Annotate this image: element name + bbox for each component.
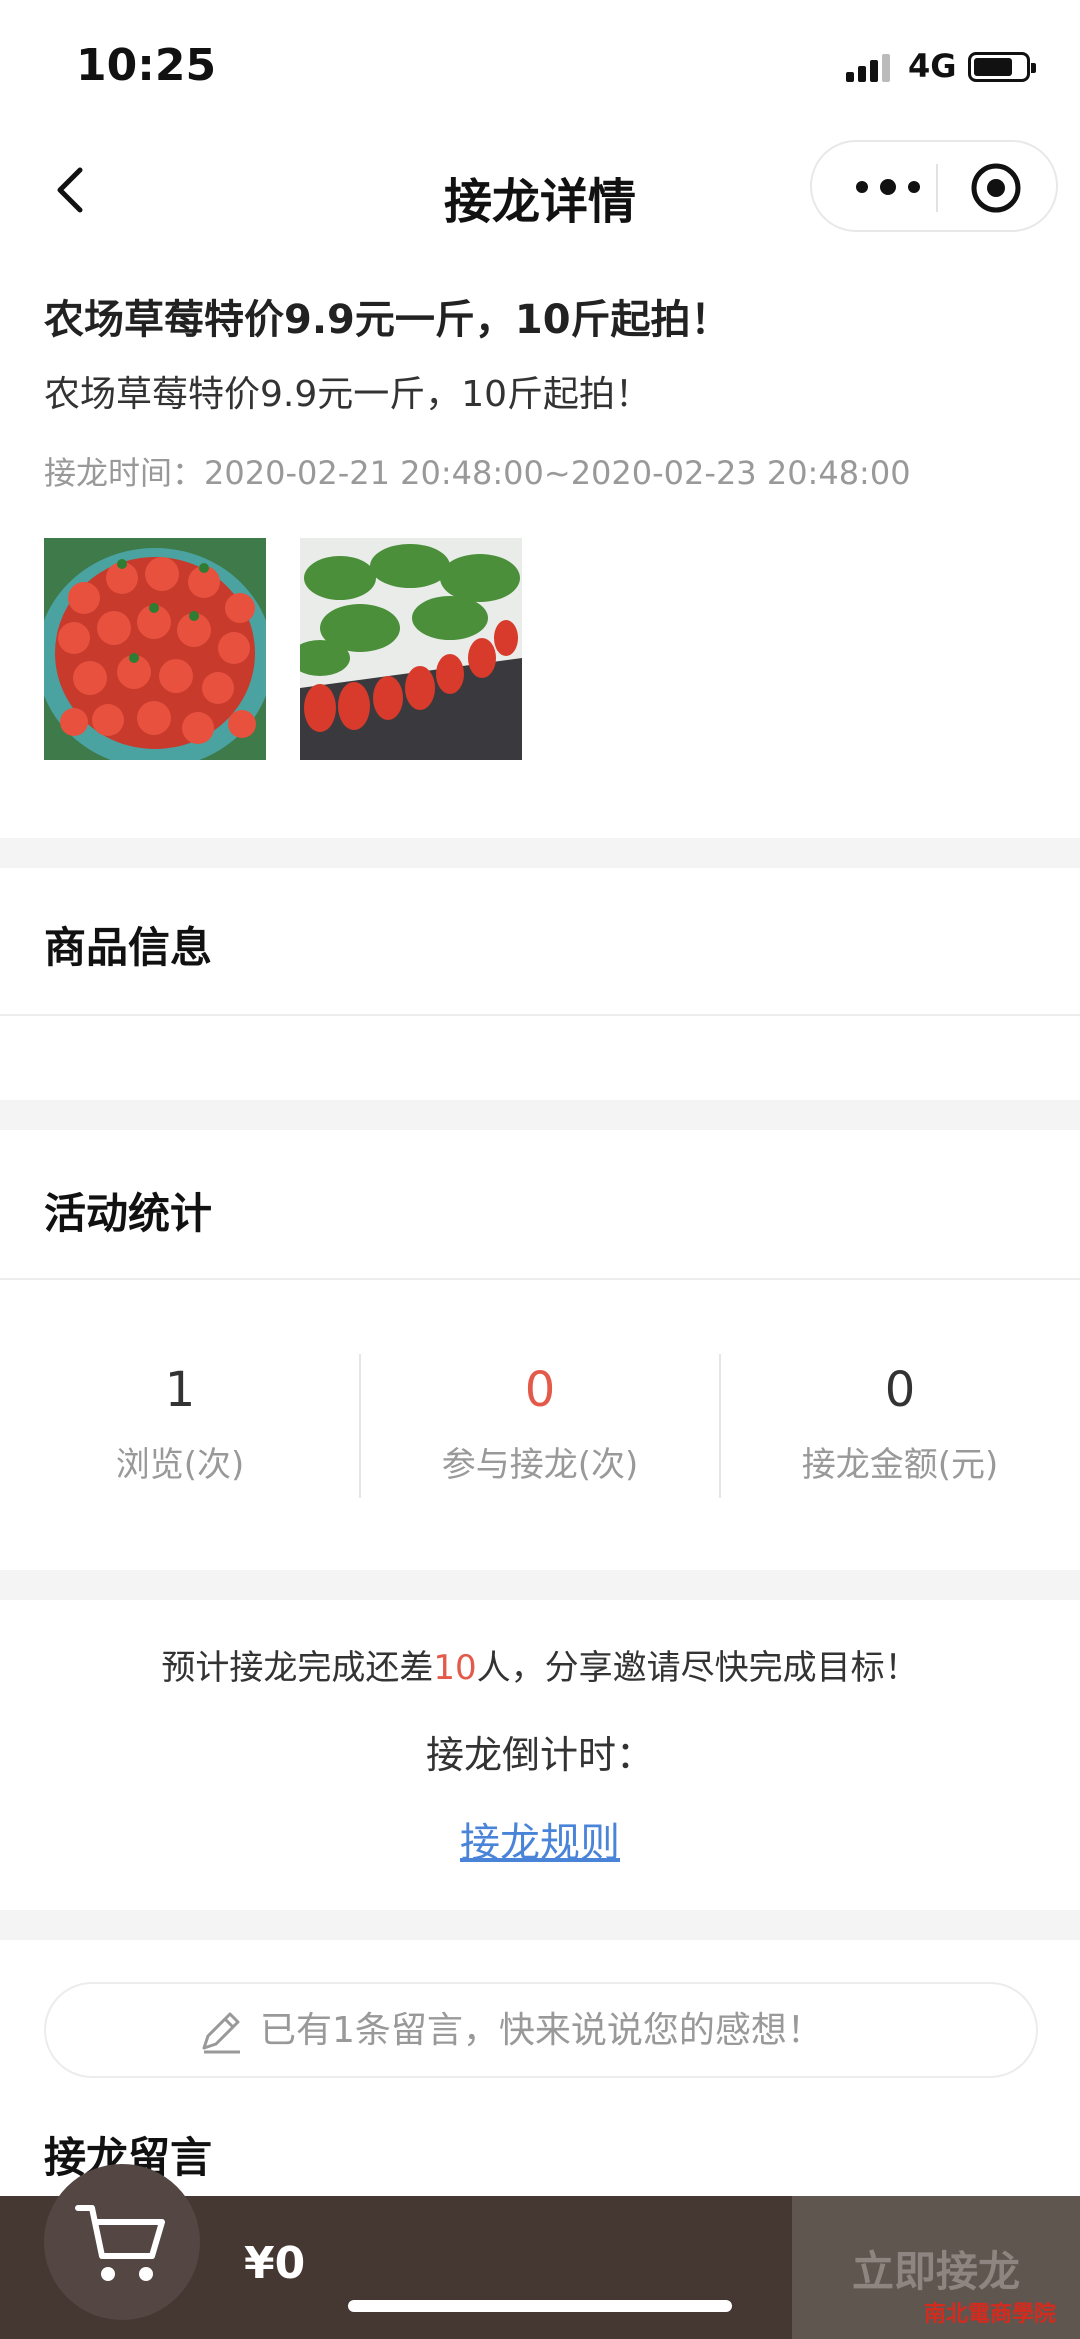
countdown-label: 接龙倒计时：	[425, 1733, 654, 1777]
total-price: ¥0	[244, 2238, 306, 2289]
more-dots-icon[interactable]	[848, 172, 928, 202]
comment-input[interactable]: 已有1条留言，快来说说您的感想！	[44, 1982, 1038, 2078]
stat-amount: 0 接龙金额(元)	[720, 1360, 1080, 1490]
section-gap	[0, 838, 1080, 868]
signal-icon	[846, 52, 894, 82]
capsule-divider	[936, 164, 938, 212]
comment-placeholder: 已有1条留言，快来说说您的感想！	[260, 2010, 823, 2051]
activity-stats-heading: 活动统计	[44, 1189, 213, 1238]
section-gap	[0, 1100, 1080, 1130]
time-label: 接龙时间：	[44, 454, 205, 492]
close-target-icon[interactable]	[966, 158, 1026, 218]
home-indicator	[348, 2300, 732, 2312]
rules-link-text[interactable]: 接龙规则	[460, 1820, 620, 1866]
cart-icon	[75, 2205, 165, 2281]
product-info-heading: 商品信息	[44, 923, 213, 972]
nav-bar: 接龙详情	[0, 130, 1080, 250]
stat-label: 参与接龙(次)	[441, 1445, 639, 1485]
goal-suffix: 人，分享邀请尽快完成目标！	[476, 1648, 919, 1688]
stat-label: 浏览(次)	[115, 1445, 245, 1485]
section-gap	[0, 1910, 1080, 1940]
join-button-label: 立即接龙	[851, 2247, 1020, 2296]
mini-program-capsule	[810, 140, 1058, 232]
stat-value: 1	[164, 1362, 196, 1418]
stat-value: 0	[524, 1362, 556, 1418]
strawberry-basket-image[interactable]	[44, 538, 266, 760]
stat-views: 1 浏览(次)	[0, 1360, 360, 1490]
cart-button[interactable]	[44, 2164, 200, 2320]
time-range: 2020-02-21 20:48:00~2020-02-23 20:48:00	[204, 454, 911, 492]
status-time: 10:25	[76, 40, 217, 91]
pen-icon	[202, 2012, 240, 2054]
goal-prefix: 预计接龙完成还差	[161, 1648, 434, 1688]
battery-icon	[968, 52, 1036, 82]
divider	[0, 1278, 1080, 1280]
strawberry-plant-image[interactable]	[300, 538, 522, 760]
watermark-logo: 南北電商學院	[924, 2302, 1057, 2327]
post-title: 农场草莓特价9.9元一斤，10斤起拍！	[44, 297, 731, 343]
section-gap	[0, 1570, 1080, 1600]
status-bar: 10:25 4G	[0, 0, 1080, 130]
post-description: 农场草莓特价9.9元一斤，10斤起拍！	[44, 374, 652, 415]
stat-participants: 0 参与接龙(次)	[360, 1360, 720, 1490]
goal-text: 预计接龙完成还差10人，分享邀请尽快完成目标！	[0, 1640, 1080, 1689]
stat-value: 0	[884, 1362, 916, 1418]
network-type: 4G	[908, 47, 957, 85]
post-time-row: 接龙时间：2020-02-21 20:48:00~2020-02-23 20:4…	[44, 450, 1044, 496]
goal-count: 10	[433, 1648, 477, 1688]
rules-link: 接龙规则	[0, 1810, 1080, 1868]
stat-label: 接龙金额(元)	[801, 1445, 999, 1485]
divider	[0, 1014, 1080, 1016]
post-info: 农场草莓特价9.9元一斤，10斤起拍！ 农场草莓特价9.9元一斤，10斤起拍！ …	[44, 290, 1044, 496]
